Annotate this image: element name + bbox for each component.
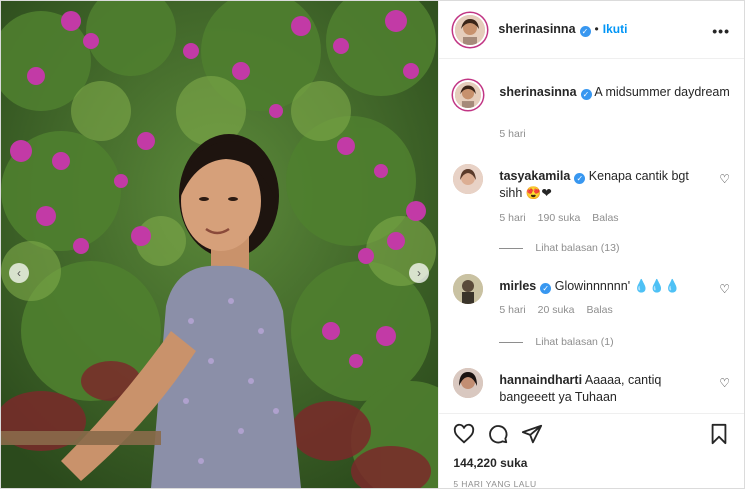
like-comment-heart-icon[interactable]: ♡ bbox=[719, 376, 730, 390]
verified-badge-icon: ✓ bbox=[574, 173, 586, 184]
view-replies-label: Lihat balasan (13) bbox=[535, 242, 620, 254]
comment-bubble-icon[interactable] bbox=[487, 423, 509, 445]
view-replies-label: Lihat balasan (1) bbox=[535, 336, 614, 348]
reply-line bbox=[499, 247, 524, 249]
view-replies-button[interactable]: Lihat balasan (1) bbox=[499, 336, 614, 348]
like-heart-icon[interactable] bbox=[453, 423, 475, 445]
chevron-left-icon: ‹ bbox=[17, 266, 21, 280]
caption-text: A midsummer daydream bbox=[594, 85, 730, 99]
reply-button[interactable]: Balas bbox=[586, 304, 612, 316]
follow-button[interactable]: Ikuti bbox=[603, 22, 628, 36]
chevron-right-icon: › bbox=[417, 266, 421, 280]
author-avatar[interactable] bbox=[453, 12, 488, 47]
view-replies-button[interactable]: Lihat balasan (13) bbox=[499, 242, 619, 254]
like-comment-heart-icon[interactable]: ♡ bbox=[719, 282, 730, 296]
comment-username[interactable]: tasyakamila bbox=[499, 169, 570, 183]
commenter-avatar[interactable] bbox=[453, 368, 484, 398]
reply-line bbox=[499, 341, 524, 343]
like-comment-heart-icon[interactable]: ♡ bbox=[719, 172, 730, 186]
share-paper-plane-icon[interactable] bbox=[521, 423, 543, 445]
verified-badge-icon: ✓ bbox=[540, 283, 552, 294]
carousel-next-button[interactable]: › bbox=[409, 263, 429, 283]
post-header: sherinasinna ✓ • Ikuti ••• bbox=[439, 1, 744, 59]
carousel-prev-button[interactable]: ‹ bbox=[9, 263, 29, 283]
photo-woman-bougainvillea bbox=[1, 1, 439, 488]
more-options-icon[interactable]: ••• bbox=[712, 23, 730, 39]
commenter-avatar[interactable] bbox=[453, 274, 484, 304]
caption-time[interactable]: 5 hari bbox=[499, 128, 525, 140]
reply-button[interactable]: Balas bbox=[592, 212, 618, 224]
like-count[interactable]: 144,220 suka bbox=[453, 456, 730, 470]
comment-username[interactable]: mirles bbox=[499, 279, 536, 293]
comment-username[interactable]: hannaindharti bbox=[499, 373, 582, 387]
comment-likes[interactable]: 190 suka bbox=[538, 212, 581, 224]
verified-badge-icon: ✓ bbox=[580, 89, 592, 100]
post-photo[interactable]: ‹ › bbox=[1, 1, 439, 488]
post-actions: 144,220 suka 5 HARI YANG LALU bbox=[439, 413, 744, 489]
comment-text: Glowinnnnnn' 💧💧💧 bbox=[554, 279, 681, 293]
comment-time[interactable]: 5 hari bbox=[499, 212, 525, 224]
verified-badge-icon: ✓ bbox=[579, 26, 591, 37]
comment-likes[interactable]: 20 suka bbox=[538, 304, 575, 316]
bookmark-icon[interactable] bbox=[708, 423, 730, 445]
caption-username[interactable]: sherinasinna bbox=[499, 85, 576, 99]
commenter-avatar[interactable] bbox=[453, 164, 484, 194]
author-avatar[interactable] bbox=[453, 80, 484, 110]
separator-dot: • bbox=[594, 22, 599, 36]
post-timestamp[interactable]: 5 HARI YANG LALU bbox=[453, 479, 730, 489]
post-side-panel: sherinasinna ✓ • Ikuti ••• sherinasinna ✓ A … bbox=[438, 1, 744, 489]
comments-list: sherinasinna ✓ A midsummer daydream 5 har… bbox=[439, 60, 744, 412]
author-username[interactable]: sherinasinna bbox=[498, 22, 575, 36]
instagram-post: ‹ › sherinasinna ✓ • Ikuti ••• sherinasinna… bbox=[0, 0, 745, 489]
comment-time[interactable]: 5 hari bbox=[499, 304, 525, 316]
